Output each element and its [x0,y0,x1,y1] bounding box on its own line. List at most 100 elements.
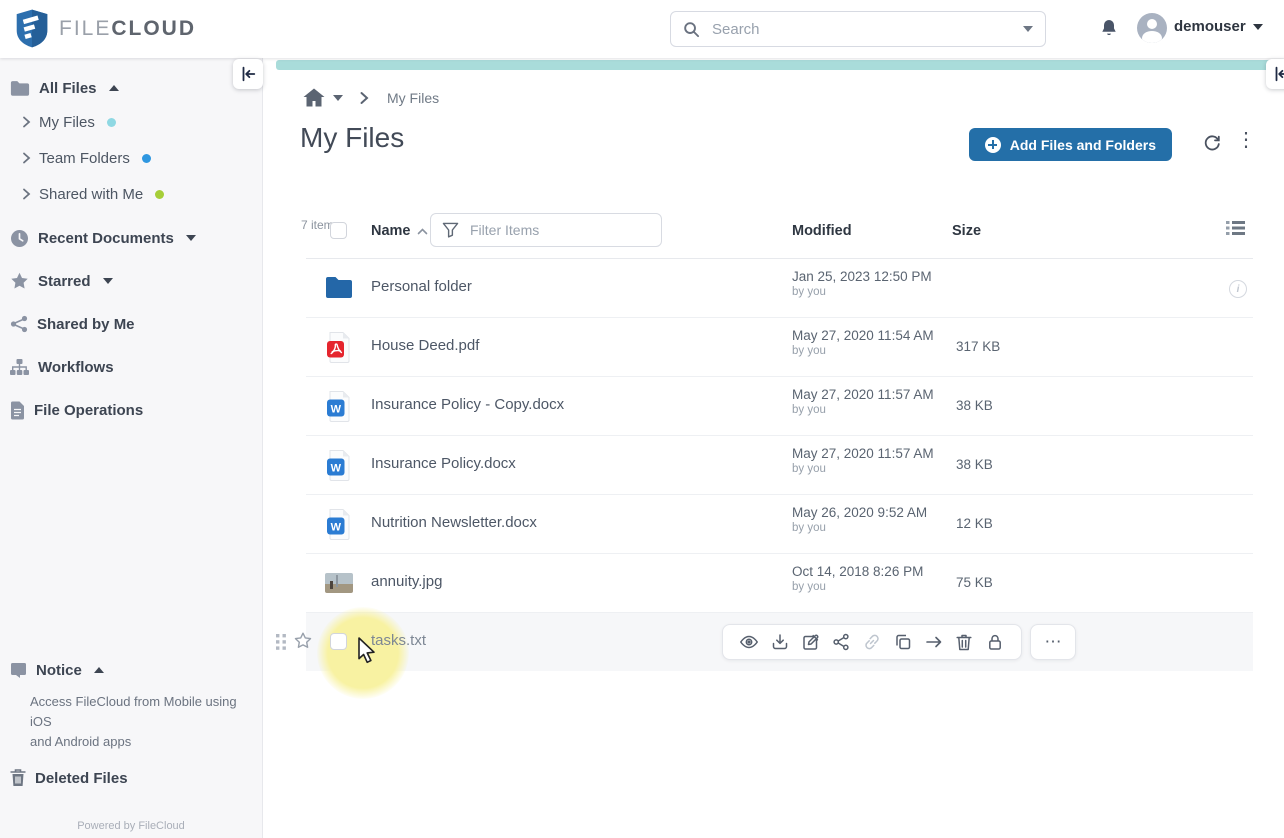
user-avatar[interactable] [1137,13,1167,43]
sidebar-item-starred[interactable]: Starred [10,267,262,295]
funnel-icon [442,222,459,238]
sidebar-item-label: All Files [39,79,97,97]
click-highlight [317,607,409,699]
share-icon[interactable] [831,632,851,652]
preview-eye-icon[interactable] [739,632,759,652]
sidebar-item-recent-documents[interactable]: Recent Documents [10,224,262,252]
link-icon[interactable] [862,632,882,652]
table-row[interactable]: W Nutrition Newsletter.docx May 26, 2020… [306,495,1253,554]
search-input[interactable] [710,19,1013,39]
delete-trash-icon[interactable] [954,632,974,652]
copy-icon[interactable] [893,632,913,652]
chevron-right-icon [22,116,31,128]
edit-icon[interactable] [801,632,821,652]
main-content: My Files My Files 7 items Add Files and … [263,58,1284,838]
table-row[interactable]: W Insurance Policy.docx May 27, 2020 11:… [306,436,1253,495]
favorite-star-icon[interactable] [294,632,312,649]
svg-text:W: W [331,522,342,534]
table-row[interactable]: Personal folder Jan 25, 2023 12:50 PM by… [306,259,1253,318]
info-icon[interactable]: i [1229,280,1247,298]
lock-icon[interactable] [985,632,1005,652]
user-menu-caret-icon [1252,23,1263,30]
collapse-left-icon [242,66,256,82]
pdf-file-icon [322,318,356,376]
file-name-link[interactable]: tasks.txt [371,632,426,649]
modified-cell: May 27, 2020 11:54 AM by you [792,328,934,357]
drag-handle-icon[interactable] [276,634,287,650]
column-header-modified[interactable]: Modified [792,223,852,239]
column-header-size[interactable]: Size [952,223,981,239]
file-name-link[interactable]: Nutrition Newsletter.docx [371,514,537,531]
sidebar-item-label: Workflows [38,358,114,376]
search-icon [683,21,700,38]
sidebar-item-my-files[interactable]: My Files [22,110,262,134]
download-icon[interactable] [770,632,790,652]
sidebar-item-label: Notice [36,661,82,679]
more-options-button[interactable]: ⋮ [1236,130,1256,150]
notifications-bell-icon[interactable] [1099,18,1119,39]
file-name-link[interactable]: Personal folder [371,278,472,295]
sidebar-item-deleted-files[interactable]: Deleted Files [10,764,262,792]
filecloud-app: FILECLOUD demouser [0,0,1284,838]
file-name-link[interactable]: House Deed.pdf [371,337,479,354]
file-name-link[interactable]: annuity.jpg [371,573,442,590]
file-name-link[interactable]: Insurance Policy - Copy.docx [371,396,564,413]
accent-bar [276,60,1284,70]
add-files-button[interactable]: Add Files and Folders [968,128,1172,161]
panel-collapse-button[interactable] [1266,59,1284,89]
column-header-name[interactable]: Name [371,223,428,239]
status-dot-blue [141,153,151,163]
chevron-down-icon [102,278,113,284]
breadcrumb-chevron-icon [359,91,369,105]
sidebar-collapse-button[interactable] [233,59,263,89]
add-files-label: Add Files and Folders [1009,136,1156,153]
notice-text: Access FileCloud from Mobile using iOS a… [30,694,237,749]
breadcrumb-current[interactable]: My Files [387,90,439,106]
sidebar-item-shared-by-me[interactable]: Shared by Me [10,310,262,338]
sidebar-item-all-files[interactable]: All Files [10,74,262,102]
chevron-right-icon [22,152,31,164]
chevron-down-icon [185,235,196,241]
move-arrow-icon[interactable] [924,632,944,652]
sidebar: All Files My Files Team Folders Shared w… [0,58,263,838]
table-row[interactable]: W Insurance Policy - Copy.docx May 27, 2… [306,377,1253,436]
svg-text:W: W [331,463,342,475]
sidebar-bottom-section: Notice Access FileCloud from Mobile usin… [0,656,262,838]
table-row[interactable]: annuity.jpg Oct 14, 2018 8:26 PM by you … [306,554,1253,613]
file-table: Name Modified Size [276,203,1253,699]
filecloud-logo[interactable]: FILECLOUD [14,8,196,49]
chevron-up-icon [93,667,104,673]
workflow-icon [10,358,29,376]
search-scope-caret-icon[interactable] [1023,26,1033,32]
row-checkbox[interactable] [330,633,347,650]
size-cell: 38 KB [956,398,993,413]
table-row-hovered[interactable]: tasks.txt ⋯ [276,607,1253,699]
list-view-icon[interactable] [1226,220,1245,236]
top-bar: FILECLOUD demouser [0,0,1284,58]
refresh-button[interactable] [1202,134,1222,154]
sidebar-item-shared-with-me[interactable]: Shared with Me [22,182,262,206]
select-all-checkbox[interactable] [330,222,347,239]
filter-box [430,213,662,247]
home-icon[interactable] [303,88,325,107]
table-row[interactable]: House Deed.pdf May 27, 2020 11:54 AM by … [306,318,1253,377]
trash-icon [10,769,26,787]
file-name-link[interactable]: Insurance Policy.docx [371,455,516,472]
chevron-right-icon [22,188,31,200]
collapse-right-icon [1275,66,1284,82]
sidebar-item-notice[interactable]: Notice [10,656,262,684]
user-menu[interactable]: demouser [1174,18,1263,35]
sidebar-item-label: My Files [39,113,95,131]
filter-items-input[interactable] [468,221,653,239]
word-file-icon: W [322,377,356,435]
more-actions-button[interactable]: ⋯ [1030,624,1076,660]
modified-cell: Jan 25, 2023 12:50 PM by you [792,269,932,298]
word-file-icon: W [322,495,356,553]
breadcrumb-home-caret-icon[interactable] [333,94,343,101]
row-action-toolbar [722,624,1022,660]
share-icon [10,315,28,333]
sidebar-item-team-folders[interactable]: Team Folders [22,146,262,170]
sidebar-item-file-operations[interactable]: File Operations [10,396,262,424]
document-icon [10,401,25,420]
sidebar-item-workflows[interactable]: Workflows [10,353,262,381]
